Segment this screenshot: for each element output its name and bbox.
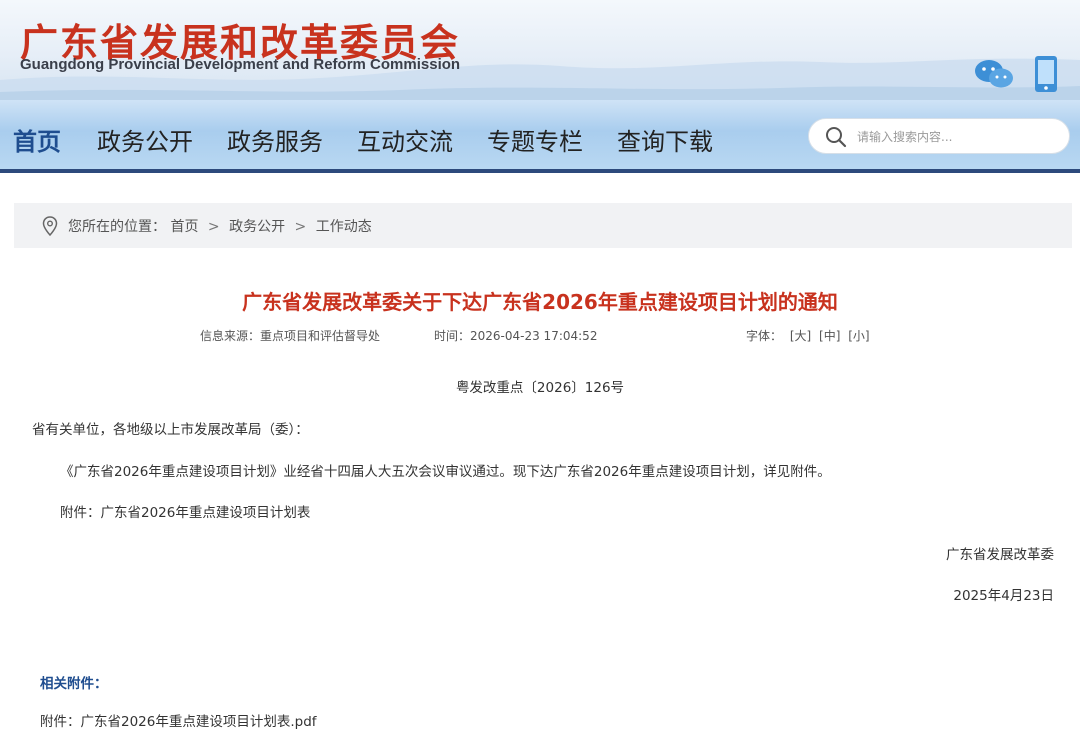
main-nav: 首页 政务公开 政务服务 互动交流 专题专栏 查询下载 [0,100,1080,173]
breadcrumb-trail: 您所在的位置： 首页 > 政务公开 > 工作动态 [68,216,372,236]
breadcrumb-link-work-news[interactable]: 工作动态 [316,219,372,235]
article-time: 时间：2026-04-23 17:04:52 [434,329,598,343]
article-signature: 广东省发展改革委 [946,547,1054,563]
location-pin-icon [42,216,58,236]
font-size-label: 字体： [746,329,783,343]
font-size-small-link[interactable]: [小] [848,329,869,343]
search-input[interactable] [857,125,1057,149]
nav-item-government-services[interactable]: 政务服务 [227,122,323,157]
breadcrumb-prefix: 您所在的位置： [68,219,166,235]
search-icon[interactable] [825,126,847,148]
breadcrumb-link-government-affairs-open[interactable]: 政务公开 [229,219,285,235]
nav-item-query-download[interactable]: 查询下载 [617,122,713,157]
font-size-control: 字体： [大] [中] [小] [746,327,870,344]
mobile-icon[interactable] [1034,55,1058,93]
site-subtitle: Guangdong Provincial Development and Ref… [20,56,461,73]
nav-item-home[interactable]: 首页 [13,122,61,157]
nav-item-special-topics[interactable]: 专题专栏 [487,122,583,157]
font-size-large-link[interactable]: [大] [790,329,811,343]
article-salutation: 省有关单位，各地级以上市发展改革局（委）： [32,422,309,438]
article-title: 广东省发展改革委关于下达广东省2026年重点建设项目计划的通知 [242,290,838,314]
breadcrumb-separator: > [294,219,307,235]
attachments-heading: 相关附件： [40,676,108,692]
article-attachment-line: 附件：广东省2026年重点建设项目计划表 [60,505,311,521]
font-size-medium-link[interactable]: [中] [819,329,840,343]
breadcrumb-separator: > [207,219,220,235]
article-source: 信息来源：重点项目和评估督导处 [200,329,381,343]
wechat-icon[interactable] [974,58,1014,90]
attachment-file-link[interactable]: 附件：广东省2026年重点建设项目计划表.pdf [40,710,317,730]
article-date: 2025年4月23日 [953,588,1054,604]
nav-item-government-affairs-open[interactable]: 政务公开 [97,122,193,157]
header-banner: 广东省发展和改革委员会 Guangdong Provincial Develop… [0,0,1080,100]
search-box [808,118,1070,154]
breadcrumb-link-home[interactable]: 首页 [170,219,198,235]
document-number: 粤发改重点〔2026〕126号 [455,380,625,396]
article-body: 《广东省2026年重点建设项目计划》业经省十四届人大五次会议审议通过。现下达广东… [60,464,831,480]
breadcrumb: 您所在的位置： 首页 > 政务公开 > 工作动态 [14,203,1072,248]
nav-item-interaction[interactable]: 互动交流 [357,122,453,157]
